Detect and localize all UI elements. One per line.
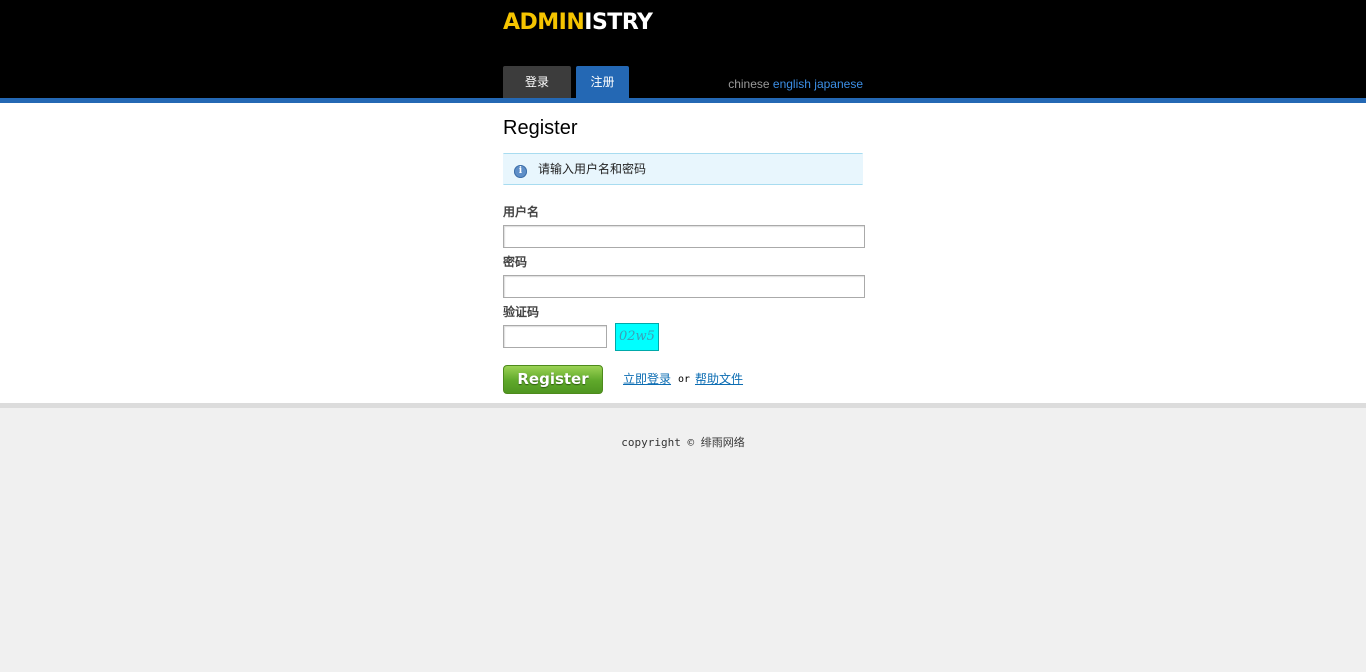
lang-english[interactable]: english <box>773 77 811 91</box>
logo-part-admin: ADMIN <box>503 10 585 35</box>
language-switcher: chinese english japanese <box>640 76 863 92</box>
captcha-label: 验证码 <box>503 305 540 319</box>
content-panel <box>0 103 1366 403</box>
captcha-field[interactable] <box>503 325 607 348</box>
lang-japanese[interactable]: japanese <box>814 77 863 91</box>
username-field[interactable] <box>503 225 865 248</box>
login-now-link[interactable]: 立即登录 <box>623 371 671 387</box>
captcha-image[interactable]: 02w5 <box>615 323 659 351</box>
info-icon: i <box>514 165 527 178</box>
register-button[interactable]: Register <box>503 365 603 394</box>
info-message-text: 请输入用户名和密码 <box>538 162 647 176</box>
lang-chinese[interactable]: chinese <box>728 77 769 91</box>
password-label: 密码 <box>503 255 528 269</box>
password-field[interactable] <box>503 275 865 298</box>
content-divider <box>0 403 1366 408</box>
info-message-box: i 请输入用户名和密码 <box>503 153 863 185</box>
help-docs-link[interactable]: 帮助文件 <box>695 371 743 387</box>
logo-part-istry: ISTRY <box>584 10 653 35</box>
page-title: Register <box>503 117 578 139</box>
tab-login[interactable]: 登录 <box>503 66 571 98</box>
header-bar: ADMINISTRY 登录 注册 chinese english japanes… <box>0 0 1366 98</box>
tab-register[interactable]: 注册 <box>576 66 629 98</box>
or-separator: or <box>678 374 691 385</box>
footer-copyright: copyright © 绯雨网络 <box>621 436 745 449</box>
logo[interactable]: ADMINISTRY <box>503 10 653 36</box>
username-label: 用户名 <box>503 205 540 219</box>
